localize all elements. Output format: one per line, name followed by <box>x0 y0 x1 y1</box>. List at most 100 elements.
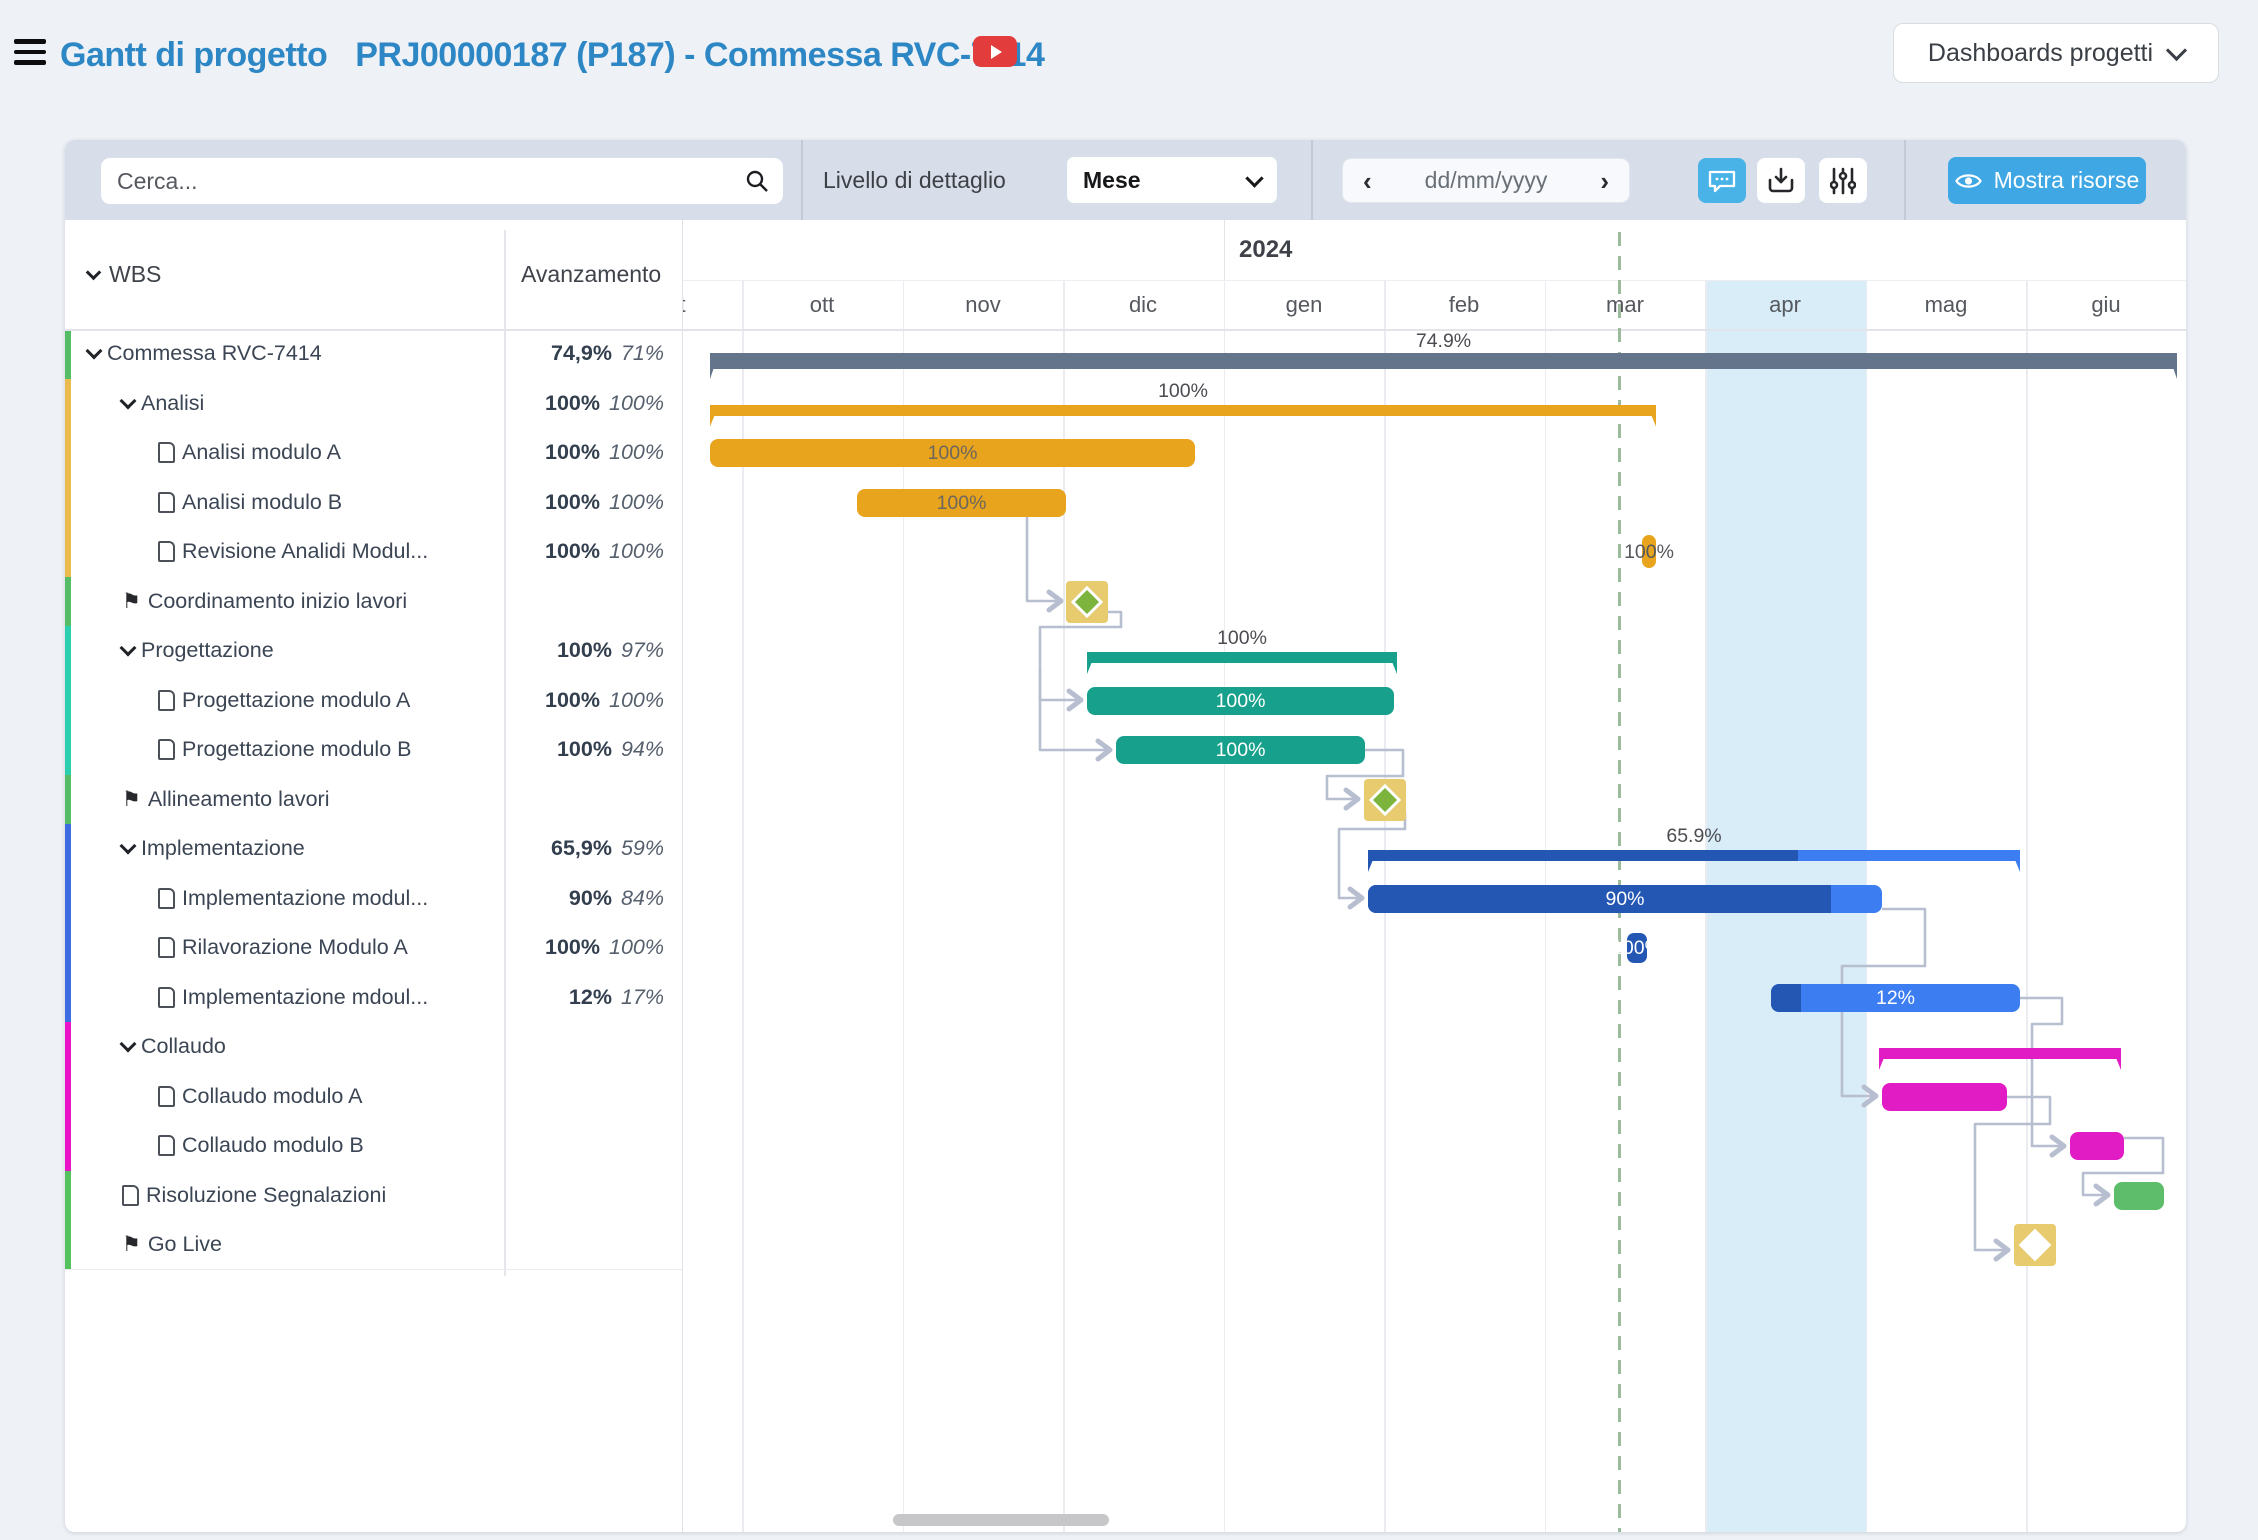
task-bar[interactable]: 100% <box>710 439 1195 467</box>
bar-percent-label: 100% <box>1087 687 1394 715</box>
chevron-down-icon <box>120 640 137 657</box>
gantt-app: Gantt di progetto PRJ00000187 (P187) - C… <box>0 0 2258 1540</box>
wbs-row[interactable]: Progettazione modulo B100%94% <box>65 725 683 775</box>
wbs-row[interactable]: Progettazione modulo A100%100% <box>65 676 683 726</box>
row-color-strip <box>65 973 71 1023</box>
wbs-row[interactable]: Commessa RVC-741474,9%71% <box>65 329 683 379</box>
wbs-row[interactable]: ⚑Allineamento lavori <box>65 775 683 825</box>
progress-actual: 12% <box>569 985 612 1010</box>
task-bar[interactable] <box>2114 1182 2164 1210</box>
milestone-marker[interactable] <box>1066 581 1108 623</box>
summary-bar[interactable] <box>710 353 2177 379</box>
task-bar[interactable]: 90% <box>1368 885 1882 913</box>
progress-actual: 100% <box>545 440 600 465</box>
wbs-row[interactable]: Analisi modulo B100%100% <box>65 478 683 528</box>
wbs-row[interactable]: Rilavorazione Modulo A100%100% <box>65 923 683 973</box>
wbs-row[interactable]: ⚑Coordinamento inizio lavori <box>65 577 683 627</box>
progress-values: 100%94% <box>557 725 664 775</box>
month-gridline <box>1224 280 1226 1532</box>
wbs-row[interactable]: Analisi100%100% <box>65 379 683 429</box>
progress-actual: 65,9% <box>551 836 612 861</box>
row-label: Progettazione <box>122 626 274 676</box>
row-color-strip <box>65 775 71 825</box>
milestone-diamond-icon <box>2019 1229 2052 1262</box>
youtube-icon[interactable] <box>973 36 1017 67</box>
wbs-row[interactable]: Revisione Analidi Modul... 100% 100% <box>65 527 683 577</box>
task-bar[interactable]: 12% <box>1771 984 2020 1012</box>
progress-actual: 100% <box>545 539 600 564</box>
row-color-strip <box>65 577 71 627</box>
row-label: ⚑Coordinamento inizio lavori <box>122 577 407 627</box>
wbs-row[interactable]: Implementazione mdoul...12%17% <box>65 973 683 1023</box>
progress-values: 100% 100% <box>545 527 664 577</box>
horizontal-scrollbar[interactable] <box>893 1514 1109 1526</box>
wbs-row[interactable]: Risoluzione Segnalazioni <box>65 1171 683 1221</box>
progress-planned: 100% <box>609 688 664 713</box>
progress-planned: 97% <box>621 638 664 663</box>
task-bar[interactable]: 100% <box>1087 687 1394 715</box>
toolbar-separator <box>1904 140 1906 220</box>
wbs-row[interactable]: Implementazione65,9%59% <box>65 824 683 874</box>
progress-planned: 100% <box>609 440 664 465</box>
progress-planned: 100% <box>609 539 664 564</box>
row-color-strip <box>65 626 71 676</box>
task-bar[interactable] <box>2070 1132 2124 1160</box>
toolbar-separator <box>801 140 803 220</box>
year-boundary-line <box>1224 220 1226 280</box>
wbs-row[interactable]: Collaudo modulo B <box>65 1121 683 1171</box>
task-bar[interactable]: 100% <box>857 489 1066 517</box>
progress-values: 100%100% <box>545 676 664 726</box>
milestone-flag-icon: ⚑ <box>122 1234 141 1255</box>
menu-icon[interactable] <box>14 39 46 67</box>
wbs-row[interactable]: Analisi modulo A100%100% <box>65 428 683 478</box>
document-icon <box>122 1185 139 1206</box>
export-button[interactable] <box>1757 158 1805 203</box>
row-label: Revisione Analidi Modul... <box>158 527 428 577</box>
detail-level-select[interactable]: Mese <box>1067 157 1277 203</box>
date-input[interactable]: dd/mm/yyyy <box>1425 167 1548 194</box>
show-resources-label: Mostra risorse <box>1994 167 2140 194</box>
row-color-strip <box>65 1121 71 1171</box>
bar-percent-label: 74.9% <box>1374 330 1514 353</box>
wbs-row[interactable]: Implementazione modul...90%84% <box>65 874 683 924</box>
document-icon <box>158 987 175 1008</box>
summary-bar[interactable] <box>1087 652 1397 674</box>
progress-planned: 100% <box>609 391 664 416</box>
task-bar[interactable] <box>1882 1083 2007 1111</box>
show-resources-button[interactable]: Mostra risorse <box>1948 157 2146 204</box>
wbs-row[interactable]: ⚑Go Live <box>65 1220 683 1270</box>
milestone-marker[interactable] <box>2014 1224 2056 1266</box>
filters-button[interactable] <box>1819 158 1867 203</box>
month-label: mar <box>1570 280 1680 329</box>
header-divider <box>65 329 683 331</box>
bar-percent-label: 100% <box>857 489 1066 517</box>
milestone-flag-icon: ⚑ <box>122 789 141 810</box>
row-color-strip <box>65 725 71 775</box>
next-date-button[interactable]: › <box>1600 168 1609 194</box>
document-icon <box>158 1086 175 1107</box>
search-icon <box>745 169 769 193</box>
progress-values: 100% 97% <box>557 626 664 676</box>
wbs-row[interactable]: Progettazione 100% 97% <box>65 626 683 676</box>
bar-percent-label: 100% <box>1113 380 1253 403</box>
dashboards-button[interactable]: Dashboards progetti <box>1893 23 2219 83</box>
search-input[interactable] <box>101 158 783 204</box>
comments-button[interactable] <box>1698 158 1746 203</box>
row-label: Rilavorazione Modulo A <box>158 923 408 973</box>
dashboards-button-label: Dashboards progetti <box>1928 39 2153 68</box>
wbs-column-header[interactable]: WBS <box>88 220 161 329</box>
row-color-strip <box>65 1022 71 1072</box>
chevron-down-icon <box>120 838 137 855</box>
summary-bar[interactable] <box>710 405 1656 427</box>
wbs-row[interactable]: Collaudo modulo A <box>65 1072 683 1122</box>
summary-bar[interactable] <box>1879 1048 2121 1070</box>
task-bar[interactable]: 100% <box>1116 736 1365 764</box>
prev-date-button[interactable]: ‹ <box>1363 168 1372 194</box>
milestone-marker[interactable] <box>1364 779 1406 821</box>
progress-actual: 100% <box>557 638 612 663</box>
row-label: Risoluzione Segnalazioni <box>122 1171 386 1221</box>
row-label: Implementazione mdoul... <box>158 973 428 1023</box>
chevron-down-icon <box>1245 169 1263 187</box>
wbs-row[interactable]: Collaudo <box>65 1022 683 1072</box>
summary-bar[interactable] <box>1368 850 2020 872</box>
